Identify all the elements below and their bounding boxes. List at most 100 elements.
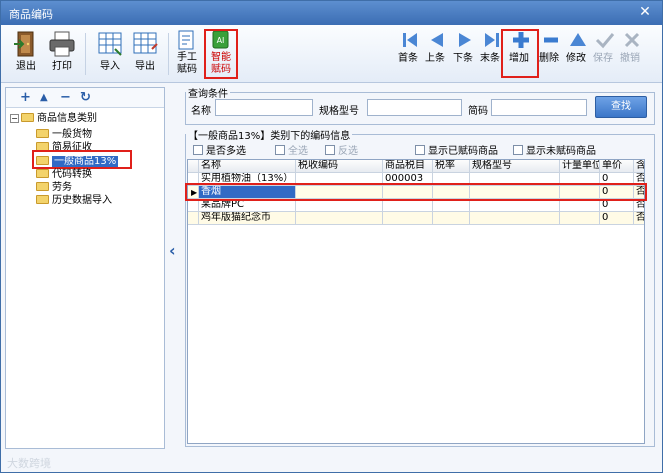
find-button[interactable]: 查找 — [595, 96, 647, 118]
tree-item-labor[interactable]: 劳务 — [36, 181, 72, 194]
tree-selection-highlight — [32, 150, 132, 169]
show-uncoded-checkbox[interactable]: 显示未赋码商品 — [513, 142, 596, 157]
expand-toggle-icon[interactable]: − — [10, 114, 19, 123]
multi-select-label: 是否多选 — [206, 146, 246, 157]
exit-button[interactable]: 退出 — [11, 29, 41, 81]
main-content: 查询条件 名称 规格型号 简码 查找 【一般商品13%】类别下的编码信息 是否多… — [185, 85, 657, 449]
tree-item-label: 一般货物 — [52, 129, 92, 140]
folder-icon — [36, 195, 49, 204]
cell-tax-code[interactable] — [296, 212, 383, 225]
next-record-button[interactable]: 下条 — [450, 29, 476, 81]
window-title: 商品编码 — [9, 8, 53, 21]
manual-code-button[interactable]: 手工赋码 — [174, 29, 200, 81]
column-header[interactable]: 规格型号 — [470, 160, 560, 173]
column-header[interactable]: 税率 — [433, 160, 470, 173]
query-legend: 查询条件 — [188, 89, 228, 100]
collapse-panel-icon[interactable]: ‹ — [169, 241, 176, 260]
code-grid: 名称 税收编码 商品税目 税率 规格型号 计量单位 单价 含 实用植物油（13%… — [187, 159, 645, 444]
import-button[interactable]: 导入 — [95, 29, 125, 81]
column-header[interactable]: 单价 — [600, 160, 634, 173]
name-label: 名称 — [191, 106, 211, 117]
folder-icon — [36, 182, 49, 191]
watermark: 大数跨境 — [7, 457, 51, 470]
import-label: 导入 — [100, 61, 120, 72]
print-label: 打印 — [52, 61, 72, 72]
tree-refresh-icon[interactable]: ↻ — [80, 90, 91, 105]
invert-select-checkbox[interactable]: 反选 — [325, 142, 358, 157]
next-record-label: 下条 — [453, 53, 473, 64]
category-tree-panel: + ▲ − ↻ − 商品信息类别 一般货物 简易征收 一般商品13% 代码转换 劳… — [5, 87, 165, 449]
close-icon[interactable]: ✕ — [636, 3, 654, 21]
tree-item-general-goods[interactable]: 一般货物 — [36, 128, 92, 141]
triangle-edit-icon — [563, 29, 593, 51]
last-record-label: 末条 — [480, 53, 500, 64]
row-indicator-header — [188, 160, 199, 173]
export-button[interactable]: 导出 — [130, 29, 160, 81]
prev-record-button[interactable]: 上条 — [422, 29, 448, 81]
undo-label: 撤销 — [620, 53, 640, 64]
manual-code-icon — [176, 29, 198, 51]
export-grid-icon — [130, 29, 160, 59]
cell-name[interactable]: 鸡年版猫纪念币 — [199, 212, 296, 225]
cell-tax-rate[interactable] — [433, 212, 470, 225]
column-header[interactable]: 含 — [634, 160, 644, 173]
prev-record-label: 上条 — [425, 53, 445, 64]
tree-root-label: 商品信息类别 — [37, 113, 97, 124]
last-record-button[interactable]: 末条 — [477, 29, 503, 81]
short-code-input[interactable] — [491, 99, 587, 116]
column-header[interactable]: 名称 — [199, 160, 296, 173]
first-record-icon — [395, 29, 425, 51]
grid-header: 名称 税收编码 商品税目 税率 规格型号 计量单位 单价 含 — [188, 160, 644, 173]
tree-item-history-import[interactable]: 历史数据导入 — [36, 194, 112, 207]
cell-price[interactable]: 0 — [600, 212, 634, 225]
next-record-icon — [450, 29, 480, 51]
tree-up-icon[interactable]: ▲ — [40, 92, 48, 103]
folder-icon — [36, 129, 49, 138]
delete-button[interactable]: 删除 — [536, 29, 562, 81]
column-header[interactable]: 商品税目 — [383, 160, 433, 173]
tree-add-icon[interactable]: + — [20, 90, 31, 105]
smart-code-highlight — [204, 29, 238, 79]
column-header[interactable]: 税收编码 — [296, 160, 383, 173]
column-header[interactable]: 计量单位 — [560, 160, 600, 173]
cell-spec[interactable] — [470, 212, 560, 225]
cross-icon — [617, 29, 647, 51]
add-highlight — [501, 29, 539, 78]
save-button[interactable]: 保存 — [590, 29, 616, 81]
cell-unit[interactable] — [560, 212, 600, 225]
tree-item-label: 劳务 — [52, 182, 72, 193]
edit-button[interactable]: 修改 — [563, 29, 589, 81]
show-coded-checkbox[interactable]: 显示已赋码商品 — [415, 142, 498, 157]
spec-input[interactable] — [367, 99, 462, 116]
show-uncoded-label: 显示未赋码商品 — [526, 146, 596, 157]
code-list-legend: 【一般商品13%】类别下的编码信息 — [188, 131, 351, 142]
title-bar: 商品编码 ✕ — [1, 1, 662, 25]
minus-icon — [536, 29, 566, 51]
select-all-checkbox[interactable]: 全选 — [275, 142, 308, 157]
save-label: 保存 — [593, 53, 613, 64]
tree-remove-icon[interactable]: − — [60, 90, 71, 105]
print-button[interactable]: 打印 — [47, 29, 77, 81]
name-input[interactable] — [215, 99, 313, 116]
multi-select-checkbox[interactable]: 是否多选 — [193, 142, 246, 157]
prev-record-icon — [422, 29, 452, 51]
select-all-label: 全选 — [288, 146, 308, 157]
folder-icon — [21, 113, 34, 122]
check-icon — [590, 29, 620, 51]
table-row[interactable]: 鸡年版猫纪念币 0 否 — [188, 212, 644, 225]
cell-tax-included[interactable]: 否 — [634, 212, 644, 225]
main-window: 商品编码 ✕ 退出 打印 导入 导出 手工赋码 AI 智能赋码 首条 上条 下条… — [0, 0, 663, 473]
first-record-button[interactable]: 首条 — [395, 29, 421, 81]
row-indicator — [188, 212, 199, 225]
tree-root[interactable]: − 商品信息类别 — [10, 112, 97, 125]
undo-button[interactable]: 撤销 — [617, 29, 643, 81]
exit-door-icon — [11, 29, 41, 59]
printer-icon — [47, 29, 77, 59]
toolbar-divider — [85, 33, 86, 75]
export-label: 导出 — [135, 61, 155, 72]
first-record-label: 首条 — [398, 53, 418, 64]
import-grid-icon — [95, 29, 125, 59]
cell-tax-item[interactable] — [383, 212, 433, 225]
edit-label: 修改 — [566, 53, 586, 64]
tree-item-code-convert[interactable]: 代码转换 — [36, 168, 92, 181]
